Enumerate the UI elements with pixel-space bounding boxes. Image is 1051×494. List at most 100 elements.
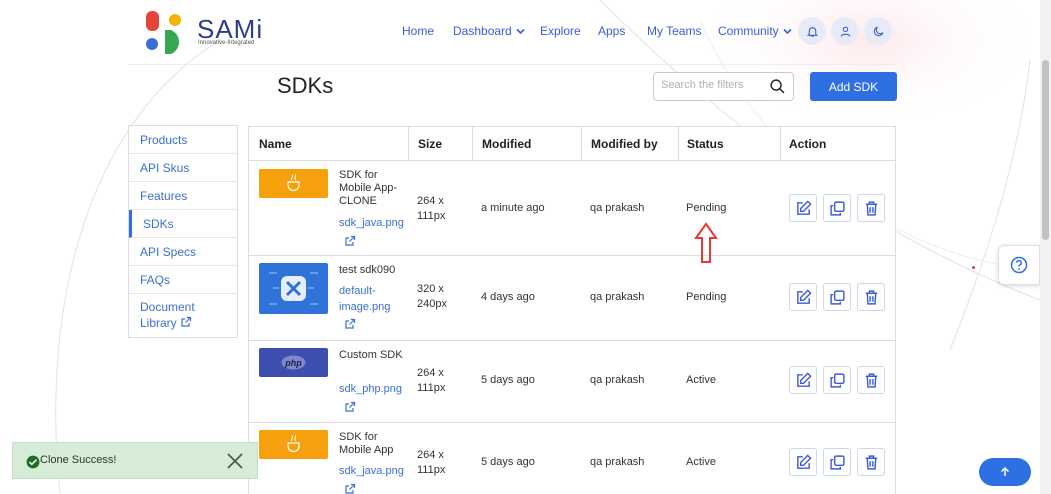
default-image-thumbnail [259,263,328,314]
help-button[interactable] [998,245,1040,285]
nav-explore[interactable]: Explore [540,24,581,38]
external-link-icon[interactable] [344,482,356,494]
sdk-modified: a minute ago [481,202,545,214]
header-divider [128,64,896,65]
column-header-modified[interactable]: Modified [472,127,582,161]
external-link-icon[interactable] [344,234,356,252]
chevron-down-icon [514,27,526,37]
page-title: SDKs [277,73,334,98]
sdk-file-link[interactable]: sdk_java.png [339,463,411,479]
nav-apps-label: Apps [598,24,626,38]
table-header: Name Size Modified Modified by Status Ac… [249,127,895,161]
sdk-file-link[interactable]: default-image.png [339,283,411,315]
sdk-file-link[interactable]: sdk_java.png [339,215,411,231]
sidebar-item-products[interactable]: Products [129,126,237,154]
sidebar-item-features[interactable]: Features [129,182,237,210]
sdk-file-link[interactable]: sdk_php.png [339,381,411,397]
sdk-size: 264 x 111px [417,449,446,476]
delete-icon[interactable] [857,283,885,311]
back-to-top-button[interactable] [979,458,1031,486]
edit-icon[interactable] [789,194,817,222]
sdk-modified: 4 days ago [481,291,535,303]
search-box[interactable] [653,72,794,101]
nav-my-teams[interactable]: My Teams [647,24,701,38]
scrollbar-thumb[interactable] [1042,60,1049,240]
sdk-status: Pending [686,291,727,303]
edit-icon[interactable] [789,283,817,311]
sidebar-item-sdks[interactable]: SDKs [129,210,237,238]
column-header-status[interactable]: Status [677,127,780,161]
check-circle-icon [26,455,40,474]
sidebar-item-api-skus[interactable]: API Skus [129,154,237,182]
sidebar-menu: Products API Skus Features SDKs API Spec… [128,125,238,338]
external-link-icon[interactable] [344,400,356,418]
close-icon[interactable] [225,451,245,476]
edit-icon[interactable] [789,448,817,476]
nav-apps[interactable]: Apps [598,24,625,38]
toast-message: Clone Success! [40,454,117,466]
nav-dashboard-label: Dashboard [453,24,512,38]
add-sdk-button[interactable]: Add SDK [810,72,897,101]
sdk-status: Pending [686,202,727,214]
table-row: SDK for Mobile App-CLONE sdk_java.png 26… [249,161,895,256]
page-scrollbar[interactable] [1040,0,1051,494]
php-thumbnail: php [259,348,328,377]
sdk-modified-by: qa prakash [590,291,645,303]
clone-icon[interactable] [823,366,851,394]
sdk-table: Name Size Modified Modified by Status Ac… [248,126,896,494]
nav-home[interactable]: Home [402,24,434,38]
nav-home-label: Home [402,24,435,38]
clone-icon[interactable] [823,283,851,311]
sidebar-item-label: Features [140,189,188,203]
user-icon[interactable] [831,17,859,45]
java-thumbnail [259,169,328,198]
sidebar-item-api-specs[interactable]: API Specs [129,238,237,266]
nav-community[interactable]: Community [718,24,792,38]
nav-dashboard[interactable]: Dashboard [453,24,525,38]
column-header-size[interactable]: Size [408,127,472,161]
success-toast: Clone Success! [12,442,258,479]
sdk-name: SDK for Mobile App-CLONE [339,169,398,207]
bell-icon[interactable] [798,17,826,45]
sdk-modified: 5 days ago [481,374,535,386]
sidebar-item-label: Document Library [140,300,195,330]
sdk-modified-by: qa prakash [590,202,645,214]
external-link-icon [180,316,192,332]
sdk-status: Active [686,374,716,386]
moon-icon[interactable] [864,17,892,45]
clone-icon[interactable] [823,448,851,476]
sdk-size: 320 x 240px [417,283,447,310]
sdk-modified-by: qa prakash [590,374,645,386]
delete-icon[interactable] [857,448,885,476]
nav-my-teams-label: My Teams [647,24,702,38]
top-header: SAMi Innovative-Integrated Home Dashboar… [0,0,1040,64]
sdk-size: 264 x 111px [417,195,446,222]
edit-icon[interactable] [789,366,817,394]
notification-dot [972,266,975,269]
arrow-up-icon [1000,466,1010,476]
sidebar-item-label: Products [140,133,188,147]
sdk-size: 264 x 111px [417,367,446,394]
column-header-action: Action [789,137,827,151]
delete-icon[interactable] [857,194,885,222]
column-header-modified-by[interactable]: Modified by [581,127,678,161]
table-row: php Custom SDK sdk_php.png 264 x 111px 5… [249,341,895,423]
column-header-name[interactable]: Name [249,127,409,161]
clone-icon[interactable] [823,194,851,222]
sdk-name: Custom SDK [339,349,403,361]
sdk-modified-by: qa prakash [590,456,645,468]
search-input[interactable] [661,79,771,91]
delete-icon[interactable] [857,366,885,394]
sidebar-item-label: API Skus [140,161,190,175]
search-icon[interactable] [769,78,786,100]
sdk-modified: 5 days ago [481,456,535,468]
java-thumbnail [259,430,328,459]
sidebar-item-faqs[interactable]: FAQs [129,266,237,294]
sidebar-item-document-library[interactable]: Document Library [129,294,237,339]
sidebar-item-label: API Specs [140,245,197,259]
annotation-arrow-icon [694,222,718,263]
sdk-name: SDK for Mobile App [339,431,394,456]
nav-community-label: Community [718,24,779,38]
external-link-icon[interactable] [344,317,356,335]
sdk-status: Active [686,456,716,468]
